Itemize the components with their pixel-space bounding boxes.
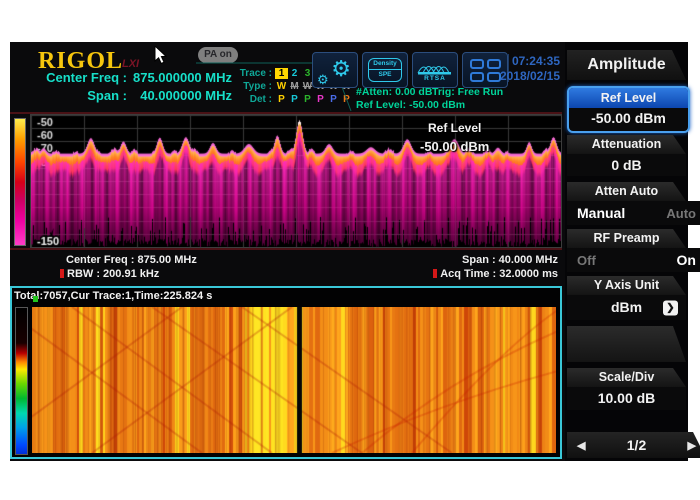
- submenu-arrow-icon: ❯: [663, 300, 678, 315]
- ref-level-overlay-label: Ref Level: [428, 121, 481, 135]
- spectrum-status-row-1: Center Freq : 875.00 MHz Span : 40.000 M…: [30, 254, 558, 266]
- rf-preamp-on-option[interactable]: On: [677, 252, 696, 268]
- uncal-marker: [433, 269, 437, 278]
- y-axis-unit-button-label[interactable]: Y Axis Unit: [567, 276, 686, 295]
- rf-preamp-options[interactable]: Off On: [567, 248, 700, 272]
- menu-pagination: ◀ 1/2 ▶: [567, 432, 700, 458]
- status-rbw: RBW : 200.91 kHz: [60, 268, 159, 280]
- spectrum-status-row-2: RBW : 200.91 kHz Acq Time : 32.0000 ms: [30, 268, 558, 280]
- spe-icon-text: SPE: [369, 69, 401, 80]
- atten-auto-auto-option[interactable]: Auto: [666, 206, 696, 221]
- spectrum-chart: [30, 114, 562, 248]
- menu-title-amplitude: Amplitude: [567, 50, 686, 80]
- gears-icon: ⚙⚙: [317, 56, 353, 84]
- density-colorbar: [14, 118, 26, 246]
- ref-level-overlay-value: -50.00 dBm: [420, 139, 489, 154]
- rtsa-waveform-icon: [417, 59, 453, 75]
- page-prev-button[interactable]: ◀: [577, 439, 585, 452]
- density-icon-text: Density: [369, 59, 401, 69]
- scale-div-button-value[interactable]: 10.00 dB: [567, 387, 686, 410]
- trigger-status: Trig: Free Run: [432, 86, 503, 98]
- scale-div-button-label[interactable]: Scale/Div: [567, 368, 686, 387]
- rf-preamp-off-option[interactable]: Off: [577, 253, 596, 268]
- spectrogram-colorbar: [15, 307, 28, 455]
- ref-level-status: Ref Level: -50.00 dBm: [356, 99, 465, 111]
- spectrogram-waterfall: [32, 307, 556, 453]
- y-axis-unit-button-value[interactable]: dBm ❯: [567, 295, 686, 320]
- atten-auto-manual-option[interactable]: Manual: [577, 205, 625, 221]
- spectrogram-marker: [33, 296, 38, 302]
- y-axis-unit-text: dBm: [611, 299, 642, 315]
- chart-bottom-border: [10, 248, 562, 250]
- spectrogram-title: Total:7057,Cur Trace:1,Time:225.824 s: [14, 290, 212, 302]
- status-acq-time: Acq Time : 32.0000 ms: [433, 268, 558, 280]
- status-span: Span : 40.000 MHz: [462, 254, 558, 266]
- attenuation-button-value[interactable]: 0 dB: [567, 154, 686, 176]
- empty-menu-slot: [567, 326, 686, 362]
- screenshot: RIGOL LXI PA on Center Freq : 875.000000…: [0, 0, 700, 500]
- page-next-button[interactable]: ▶: [688, 439, 696, 452]
- page-indicator: 1/2: [627, 437, 646, 453]
- ref-level-button-value: -50.00 dBm: [569, 108, 688, 129]
- time-display: 07:24:35: [500, 54, 560, 68]
- rf-preamp-button-label[interactable]: RF Preamp: [567, 229, 686, 248]
- rtsa-icon-label: RTSA: [424, 75, 446, 82]
- atten-status: #Atten: 0.00 dB: [356, 86, 432, 98]
- atten-auto-options[interactable]: Manual Auto: [567, 201, 700, 225]
- density-spe-icon: Density SPE: [368, 58, 402, 82]
- status-center-freq: Center Freq : 875.00 MHz: [66, 254, 197, 266]
- uncal-marker: [60, 269, 64, 278]
- density-spe-button[interactable]: Density SPE: [362, 52, 408, 88]
- atten-auto-button-label[interactable]: Atten Auto: [567, 182, 686, 201]
- settings-button[interactable]: ⚙⚙: [312, 52, 358, 88]
- date-display: 2018/02/15: [496, 69, 560, 83]
- ref-level-button-label: Ref Level: [569, 88, 688, 108]
- attenuation-button-label[interactable]: Attenuation: [567, 135, 686, 154]
- ref-level-button[interactable]: Ref Level -50.00 dBm: [567, 86, 690, 133]
- rtsa-button[interactable]: RTSA: [412, 52, 458, 88]
